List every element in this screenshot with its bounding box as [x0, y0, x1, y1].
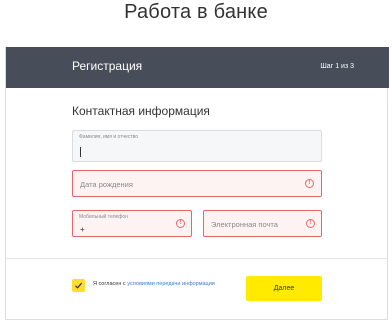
next-button[interactable]: Далее — [246, 276, 322, 301]
birth-date-placeholder: Дата рождения — [80, 180, 133, 189]
full-name-label: Фамилия, имя и отчество — [79, 134, 139, 140]
card-title: Регистрация — [72, 59, 143, 73]
consent-link[interactable]: условиями передачи информации — [127, 281, 215, 287]
phone-value: + — [80, 225, 85, 234]
page-heading: Работа в банке — [124, 1, 268, 23]
section-title: Контактная информация — [72, 104, 210, 118]
email-placeholder: Электронная почта — [211, 220, 278, 229]
footer-divider — [6, 258, 387, 259]
text-cursor — [80, 147, 81, 157]
phone-label: Мобильный телефон — [79, 214, 128, 220]
step-indicator: Шаг 1 из 3 — [320, 63, 354, 70]
consent-label: Я согласен с — [93, 281, 126, 287]
full-name-field[interactable]: Фамилия, имя и отчество — [72, 130, 322, 162]
email-field[interactable]: Электронная почта ! — [203, 210, 322, 237]
registration-card: Регистрация Шаг 1 из 3 Контактная информ… — [5, 47, 389, 320]
consent-text: Я согласен с условиями передачи информац… — [93, 281, 215, 287]
checkmark-icon — [75, 282, 83, 289]
consent-checkbox[interactable] — [72, 279, 85, 292]
exclamation-circle-icon: ! — [176, 219, 185, 228]
phone-field[interactable]: Мобильный телефон + ! — [72, 210, 192, 237]
exclamation-circle-icon: ! — [305, 179, 314, 188]
birth-date-field[interactable]: Дата рождения ! — [72, 170, 322, 197]
exclamation-circle-icon: ! — [306, 219, 315, 228]
card-header: Регистрация Шаг 1 из 3 — [6, 47, 389, 88]
